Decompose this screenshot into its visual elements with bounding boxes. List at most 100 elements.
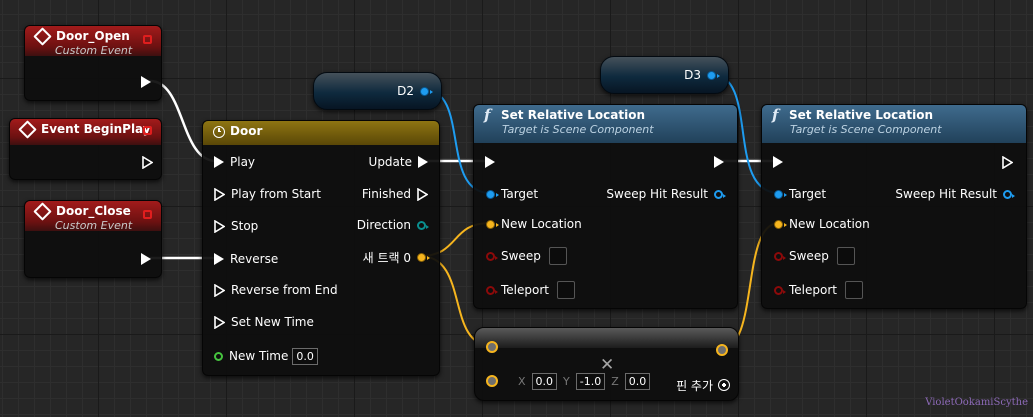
track-output[interactable]: 새 트랙 0 — [362, 248, 430, 266]
exec-in-pin[interactable] — [773, 156, 783, 168]
exec-out-pin[interactable] — [714, 156, 724, 168]
function-icon: f — [484, 106, 491, 124]
vector-in-pin-b[interactable] — [486, 375, 498, 387]
set-relative-location-node-1[interactable]: f Set Relative Location Target is Scene C… — [473, 104, 738, 309]
pin-label: Stop — [231, 219, 259, 233]
pin-label: Sweep Hit Result — [606, 187, 708, 201]
vector-in-pin-a[interactable] — [486, 341, 498, 353]
exec-out-pin[interactable] — [418, 156, 428, 168]
sweep-checkbox[interactable] — [548, 247, 567, 265]
new-time-value-field[interactable]: 0.0 — [292, 347, 318, 365]
target-input[interactable]: Target — [774, 185, 826, 203]
exec-in-pin[interactable] — [214, 253, 224, 265]
x-axis-label: X — [518, 374, 526, 388]
teleport-input[interactable]: Teleport — [774, 281, 863, 299]
set-relative-location-node-2[interactable]: f Set Relative Location Target is Scene C… — [761, 104, 1027, 309]
exec-out-pin[interactable] — [1002, 155, 1013, 169]
bool-in-pin[interactable] — [774, 285, 786, 295]
enum-out-pin[interactable] — [417, 220, 429, 230]
vector-math-node[interactable]: ✕ X 0.0 Y -1.0 Z 0.0 핀 추가 — [474, 327, 739, 401]
teleport-checkbox[interactable] — [557, 281, 575, 299]
vector-in-pin[interactable] — [486, 219, 499, 229]
pin-label: 새 트랙 0 — [362, 250, 411, 265]
bool-in-pin[interactable] — [486, 285, 498, 295]
d3-variable-node[interactable]: D3 — [600, 56, 729, 94]
teleport-checkbox[interactable] — [845, 281, 863, 299]
bool-in-pin[interactable] — [486, 251, 498, 261]
pin-label: Target — [789, 187, 827, 201]
sweep-input[interactable]: Sweep — [486, 247, 567, 265]
door-timeline-node[interactable]: Door Play Play from Start Stop Reverse R… — [202, 120, 440, 376]
breakpoint-icon[interactable] — [143, 210, 152, 219]
finished-output[interactable]: Finished — [362, 185, 428, 203]
reverse-input[interactable]: Reverse — [214, 250, 278, 268]
variable-label: D3 — [684, 68, 701, 82]
struct-out-pin[interactable] — [1003, 189, 1015, 199]
object-in-pin[interactable] — [486, 189, 499, 199]
pin-label: Teleport — [501, 283, 549, 297]
node-header: Door_Close Custom Event — [25, 201, 161, 232]
sweep-input[interactable]: Sweep — [774, 247, 855, 265]
vector-in-pin[interactable] — [774, 219, 787, 229]
reverse-from-end-input[interactable]: Reverse from End — [214, 281, 338, 299]
new-time-input[interactable]: New Time 0.0 — [214, 347, 318, 365]
exec-in-pin[interactable] — [214, 283, 225, 297]
exec-in-pin[interactable] — [214, 315, 225, 329]
exec-in-pin[interactable] — [214, 219, 225, 233]
vector-in-pin-b-row[interactable]: X 0.0 Y -1.0 Z 0.0 — [486, 372, 651, 390]
exec-in-pin[interactable] — [214, 187, 225, 201]
pin-label: Reverse — [230, 252, 279, 266]
y-value-field[interactable]: -1.0 — [575, 372, 606, 390]
begin-play-event-node[interactable]: Event BeginPlay — [9, 118, 162, 180]
d2-variable-node[interactable]: D2 — [313, 72, 442, 110]
object-in-pin[interactable] — [774, 189, 787, 199]
sweep-checkbox[interactable] — [836, 247, 855, 265]
pin-label: Update — [368, 155, 412, 169]
pin-label: Direction — [356, 218, 411, 232]
new-location-input[interactable]: New Location — [774, 215, 870, 233]
pin-label: New Location — [501, 217, 582, 231]
node-subtitle: Custom Event — [55, 44, 133, 57]
node-title: Door_Close — [56, 204, 131, 218]
object-out-pin[interactable] — [420, 86, 433, 96]
z-value-field[interactable]: 0.0 — [624, 372, 651, 390]
target-input[interactable]: Target — [486, 185, 538, 203]
play-from-start-input[interactable]: Play from Start — [214, 185, 321, 203]
node-title: Door_Open — [56, 29, 130, 43]
set-new-time-input[interactable]: Set New Time — [214, 313, 314, 331]
add-pin-button[interactable]: 핀 추가 — [676, 376, 730, 394]
struct-out-pin[interactable] — [714, 189, 726, 199]
door-close-event-node[interactable]: Door_Close Custom Event — [24, 200, 162, 278]
exec-out-pin[interactable] — [141, 76, 151, 88]
teleport-input[interactable]: Teleport — [486, 281, 575, 299]
watermark: VioletOokamiScythe — [925, 397, 1028, 408]
bool-in-pin[interactable] — [774, 251, 786, 261]
exec-in-pin[interactable] — [214, 156, 224, 168]
update-output[interactable]: Update — [369, 153, 428, 171]
node-header: f Set Relative Location Target is Scene C… — [762, 105, 1026, 143]
vector-out-pin[interactable] — [417, 252, 430, 262]
breakpoint-icon[interactable] — [143, 35, 152, 44]
pin-label: Sweep Hit Result — [895, 187, 997, 201]
sweep-hit-output[interactable]: Sweep Hit Result — [895, 185, 1015, 203]
exec-in-pin[interactable] — [485, 156, 495, 168]
door-open-event-node[interactable]: Door_Open Custom Event — [24, 25, 162, 101]
exec-out-pin[interactable] — [417, 187, 428, 201]
object-out-pin[interactable] — [707, 70, 720, 80]
pin-label: New Location — [789, 217, 870, 231]
exec-out-pin[interactable] — [142, 155, 153, 169]
direction-output[interactable]: Direction — [356, 216, 429, 234]
x-value-field[interactable]: 0.0 — [531, 372, 558, 390]
node-subtitle: Target is Scene Component — [502, 123, 654, 136]
stop-input[interactable]: Stop — [214, 217, 258, 235]
add-pin-icon[interactable] — [718, 379, 730, 391]
variable-label: D2 — [397, 84, 414, 98]
function-icon: f — [772, 106, 779, 124]
play-input[interactable]: Play — [214, 153, 255, 171]
breakpoint-icon[interactable] — [143, 126, 152, 135]
vector-out-pin[interactable] — [716, 344, 728, 356]
new-location-input[interactable]: New Location — [486, 215, 582, 233]
exec-out-pin[interactable] — [141, 253, 151, 265]
float-in-pin[interactable] — [214, 351, 223, 361]
sweep-hit-output[interactable]: Sweep Hit Result — [606, 185, 726, 203]
